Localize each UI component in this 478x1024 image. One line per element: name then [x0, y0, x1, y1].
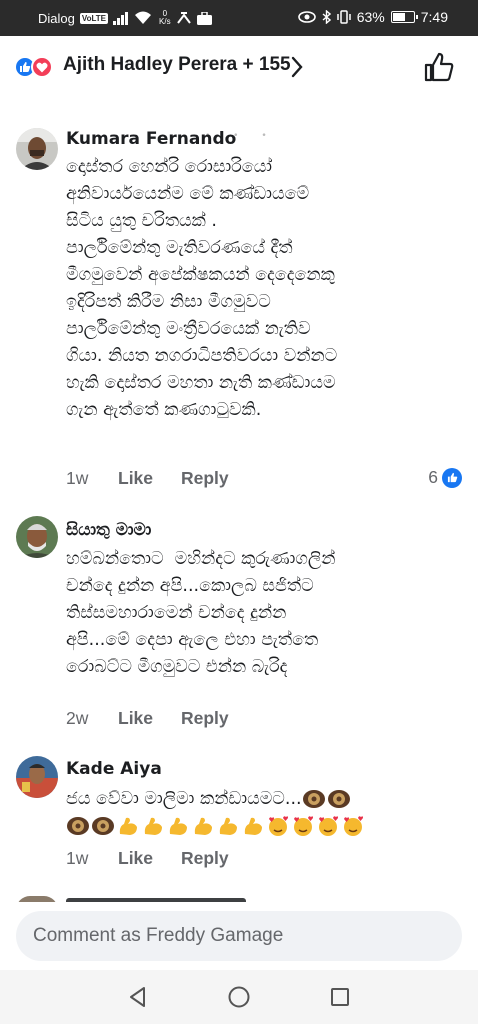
back-triangle-icon: [130, 987, 145, 1007]
net-speed-unit: K/s: [159, 17, 171, 26]
milk-rice-emoji: [66, 816, 116, 836]
recents-square-icon: [331, 988, 349, 1006]
like-reaction-icon: [442, 467, 462, 488]
comment-item: Kumara Fernando දොස්තර හෙන්රි රොසාරියෝ අ…: [0, 120, 478, 505]
smiling-face-with-hearts-emoji: [266, 816, 366, 836]
chevron-right-icon[interactable]: [290, 56, 304, 78]
like-button[interactable]: Like: [118, 708, 181, 729]
comment-time[interactable]: 1w: [66, 468, 118, 489]
reply-button[interactable]: Reply: [181, 708, 229, 729]
avatar[interactable]: [16, 756, 58, 798]
status-bar-left: Dialog VoLTE 0 K/s: [38, 10, 212, 26]
like-button[interactable]: Like: [118, 848, 181, 869]
comment-composer: [0, 902, 478, 970]
like-post-icon[interactable]: [422, 50, 456, 84]
battery-fill: [392, 13, 405, 21]
comment-time[interactable]: 2w: [66, 708, 118, 729]
comment-reaction-count[interactable]: 6: [428, 467, 462, 488]
comment-item: සියාතු මාමා හම්බන්තොට මහින්දට කුරුණාගලින…: [0, 508, 478, 748]
navigation-bar: [0, 970, 478, 1024]
volte-badge: VoLTE: [79, 12, 109, 24]
comment-text: දොස්තර හෙන්රි රොසාරියෝ අනිවාර්යයෙන්ම මේ …: [66, 157, 338, 420]
comment-text: ජය වේවා මාලිමා කන්ඩායමට...: [66, 786, 476, 840]
reaction-count-value: 6: [428, 467, 438, 487]
home-button[interactable]: [224, 982, 254, 1012]
comment-text-content: ජය වේවා මාලිමා කන්ඩායමට...: [66, 789, 302, 809]
comment-author[interactable]: සියාතු මාමා: [66, 520, 151, 540]
reply-button[interactable]: Reply: [181, 468, 229, 489]
battery-icon: [390, 11, 418, 23]
status-bar-right: 63% 7:49: [297, 9, 448, 25]
comment-actions: 1w Like Reply: [66, 848, 229, 869]
home-circle-icon: [228, 986, 250, 1008]
comment-time[interactable]: 1w: [66, 848, 118, 869]
nfc-icon: [176, 12, 191, 24]
briefcase-icon: [196, 11, 212, 25]
signal-icon: [113, 11, 129, 25]
carrier-name: Dialog: [38, 10, 75, 26]
comment-input[interactable]: [16, 911, 462, 961]
battery-percent: 63%: [356, 9, 385, 25]
reactions-header[interactable]: Ajith Hadley Perera + 155 • • •: [0, 36, 478, 141]
wifi-icon: [135, 11, 152, 24]
avatar[interactable]: [16, 128, 58, 170]
back-button[interactable]: [123, 982, 153, 1012]
bluetooth-icon: [322, 10, 331, 24]
eye-icon: [297, 11, 316, 23]
comment-author[interactable]: Kumara Fernando: [66, 129, 236, 149]
like-button[interactable]: Like: [118, 468, 181, 489]
status-bar: Dialog VoLTE 0 K/s 63% 7:49: [0, 0, 478, 36]
recents-button[interactable]: [325, 982, 355, 1012]
comment-text: හම්බන්තොට මහින්දට කුරුණාගලින් චන්දෙ දුන්…: [66, 549, 336, 677]
clock: 7:49: [420, 9, 448, 25]
comment-actions: 2w Like Reply: [66, 708, 229, 729]
flexed-biceps-emoji: [116, 816, 266, 836]
face-cake-emoji: [302, 789, 352, 809]
love-reaction-icon: [31, 56, 53, 78]
comment-actions: 1w Like Reply: [66, 468, 229, 489]
reply-button[interactable]: Reply: [181, 848, 229, 869]
comment-author[interactable]: Kade Aiya: [66, 759, 162, 779]
avatar[interactable]: [16, 516, 58, 558]
reactors-summary[interactable]: Ajith Hadley Perera + 155: [63, 54, 291, 76]
reaction-icons: [14, 56, 54, 78]
vibrate-icon: [336, 10, 351, 24]
comment-item: Kade Aiya ජය වේවා මාලිමා කන්ඩායමට... 1w …: [0, 750, 478, 880]
net-speed: 0 K/s: [159, 10, 171, 26]
